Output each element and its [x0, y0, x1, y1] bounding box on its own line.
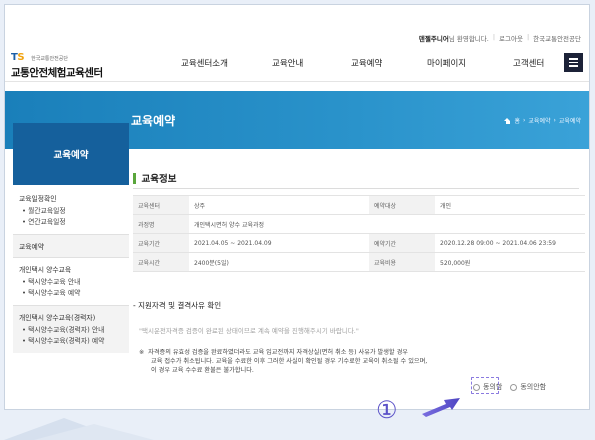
table-header-cell: 교육기간 [133, 233, 189, 253]
breadcrumb-level1[interactable]: 교육예약 [528, 116, 550, 125]
hamburger-menu-button[interactable] [564, 53, 583, 72]
table-cell: 상주 [189, 195, 369, 215]
table-header-cell: 예약기간 [369, 233, 435, 253]
nav-education-guide[interactable]: 교육안내 [272, 57, 351, 69]
table-header-cell: 예약대상 [369, 195, 435, 215]
disagree-radio[interactable]: 동의안함 [510, 382, 546, 392]
sidebar-item-reservation[interactable]: 교육예약 [19, 241, 123, 251]
annotation-arrow-icon [422, 398, 460, 417]
sidebar-sub-taxi-exp-guide[interactable]: • 택시양수교육(경력자) 안내 [19, 325, 123, 336]
notice-mark: ※ [139, 349, 145, 356]
sidebar-sub-yearly[interactable]: • 연간교육일정 [19, 217, 123, 228]
table-header-cell: 과정명 [133, 214, 189, 234]
logo-mark: TS [11, 52, 25, 63]
page-title: 교육예약 [131, 114, 176, 128]
table-cell: 개인택시면허 양수 교육과정 [189, 214, 585, 234]
nav-mypage[interactable]: 마이페이지 [427, 57, 513, 69]
requirement-title: - 지원자격 및 결격사유 확인 [133, 301, 222, 310]
radio-circle-icon[interactable] [510, 383, 518, 391]
table-cell: 2021.04.05 ~ 2021.04.09 [189, 233, 369, 253]
sidebar-item-schedule[interactable]: 교육일정확인 [19, 193, 123, 203]
table-header-cell: 교육비용 [369, 252, 435, 272]
table-header-cell: 교육센터 [133, 195, 189, 215]
table-row: 교육시간 2400분(5일) 교육비용 520,000원 [133, 252, 585, 272]
section-divider [133, 188, 579, 189]
home-icon[interactable] [504, 117, 511, 124]
table-row: 과정명 개인택시면허 양수 교육과정 [133, 214, 585, 234]
sidebar-sub-taxi-guide[interactable]: • 택시양수교육 안내 [19, 277, 123, 288]
table-row: 교육기간 2021.04.05 ~ 2021.04.09 예약기간 2020.1… [133, 233, 585, 253]
sidebar-item-taxi-transfer[interactable]: 개인택시 양수교육 [19, 264, 123, 274]
nav-customer-center[interactable]: 고객센터 [513, 57, 544, 69]
nav-center-intro[interactable]: 교육센터소개 [181, 57, 272, 69]
breadcrumb: 홈 › 교육예약 › 교육예약 [504, 116, 581, 125]
sidebar-group-reservation: 교육예약 [13, 235, 129, 258]
verification-quote: "택시운전자격증 검증이 완료된 상태이므로 계속 예약을 진행해주시기 바랍니… [139, 327, 359, 335]
welcome-message: 덴젤주니어님 환영합니다. [418, 35, 489, 43]
table-cell: 520,000원 [435, 252, 585, 272]
page-frame: 덴젤주니어님 환영합니다. | 로그아웃 | 한국교통안전공단 TS 한국교통안… [4, 4, 590, 410]
main-nav: 교육센터소개 교육안내 교육예약 마이페이지 고객센터 [181, 57, 544, 69]
sidebar-group-taxi-transfer-experienced: 개인택시 양수교육(경력자) • 택시양수교육(경력자) 안내 • 택시양수교육… [13, 306, 129, 353]
section-title-bar [133, 172, 136, 184]
top-utility-links: 덴젤주니어님 환영합니다. | 로그아웃 | 한국교통안전공단 [418, 33, 581, 43]
table-cell: 2400분(5일) [189, 252, 369, 272]
sidebar-item-taxi-experienced[interactable]: 개인택시 양수교육(경력자) [19, 312, 123, 322]
logo-corp-name: 한국교통안전공단 [31, 56, 68, 62]
logout-link[interactable]: 로그아웃 [499, 33, 523, 43]
section-title: 교육정보 [133, 171, 176, 185]
logo-center-name: 교통안전체험교육센터 [11, 67, 103, 79]
table-header-cell: 교육시간 [133, 252, 189, 272]
annotation-step-number: ① [376, 396, 398, 424]
sidebar-sub-taxi-exp-reserve[interactable]: • 택시양수교육(경력자) 예약 [19, 336, 123, 347]
sidebar-sub-taxi-reserve[interactable]: • 택시양수교육 예약 [19, 288, 123, 299]
highlight-box [471, 377, 499, 394]
background-decoration [4, 418, 154, 440]
sidebar-title: 교육예약 [13, 123, 129, 185]
sidebar-sub-monthly[interactable]: • 월간교육일정 [19, 206, 123, 217]
breadcrumb-home[interactable]: 홈 [514, 116, 520, 125]
table-row: 교육센터 상주 예약대상 개인 [133, 195, 585, 215]
sidebar-group-taxi-transfer: 개인택시 양수교육 • 택시양수교육 안내 • 택시양수교육 예약 [13, 258, 129, 306]
sidebar-group-schedule: 교육일정확인 • 월간교육일정 • 연간교육일정 [13, 187, 129, 235]
site-logo[interactable]: TS 한국교통안전공단 교통안전체험교육센터 [11, 45, 103, 80]
table-cell: 2020.12.28 09:00 ~ 2021.04.06 23:59 [435, 233, 585, 253]
header-divider [5, 81, 589, 82]
cancellation-notice: ※ 자격증의 유효성 검증을 완료하였더라도 교육 입교전까지 자격상실(면허 … [139, 349, 428, 374]
site-link[interactable]: 한국교통안전공단 [533, 33, 581, 43]
table-cell: 개인 [435, 195, 585, 215]
nav-education-reservation[interactable]: 교육예약 [351, 57, 427, 69]
breadcrumb-level2: 교육예약 [558, 118, 581, 125]
sidebar: 교육일정확인 • 월간교육일정 • 연간교육일정 교육예약 개인택시 양수교육 … [13, 187, 129, 353]
education-info-table: 교육센터 상주 예약대상 개인 과정명 개인택시면허 양수 교육과정 교육기간 … [133, 195, 585, 272]
